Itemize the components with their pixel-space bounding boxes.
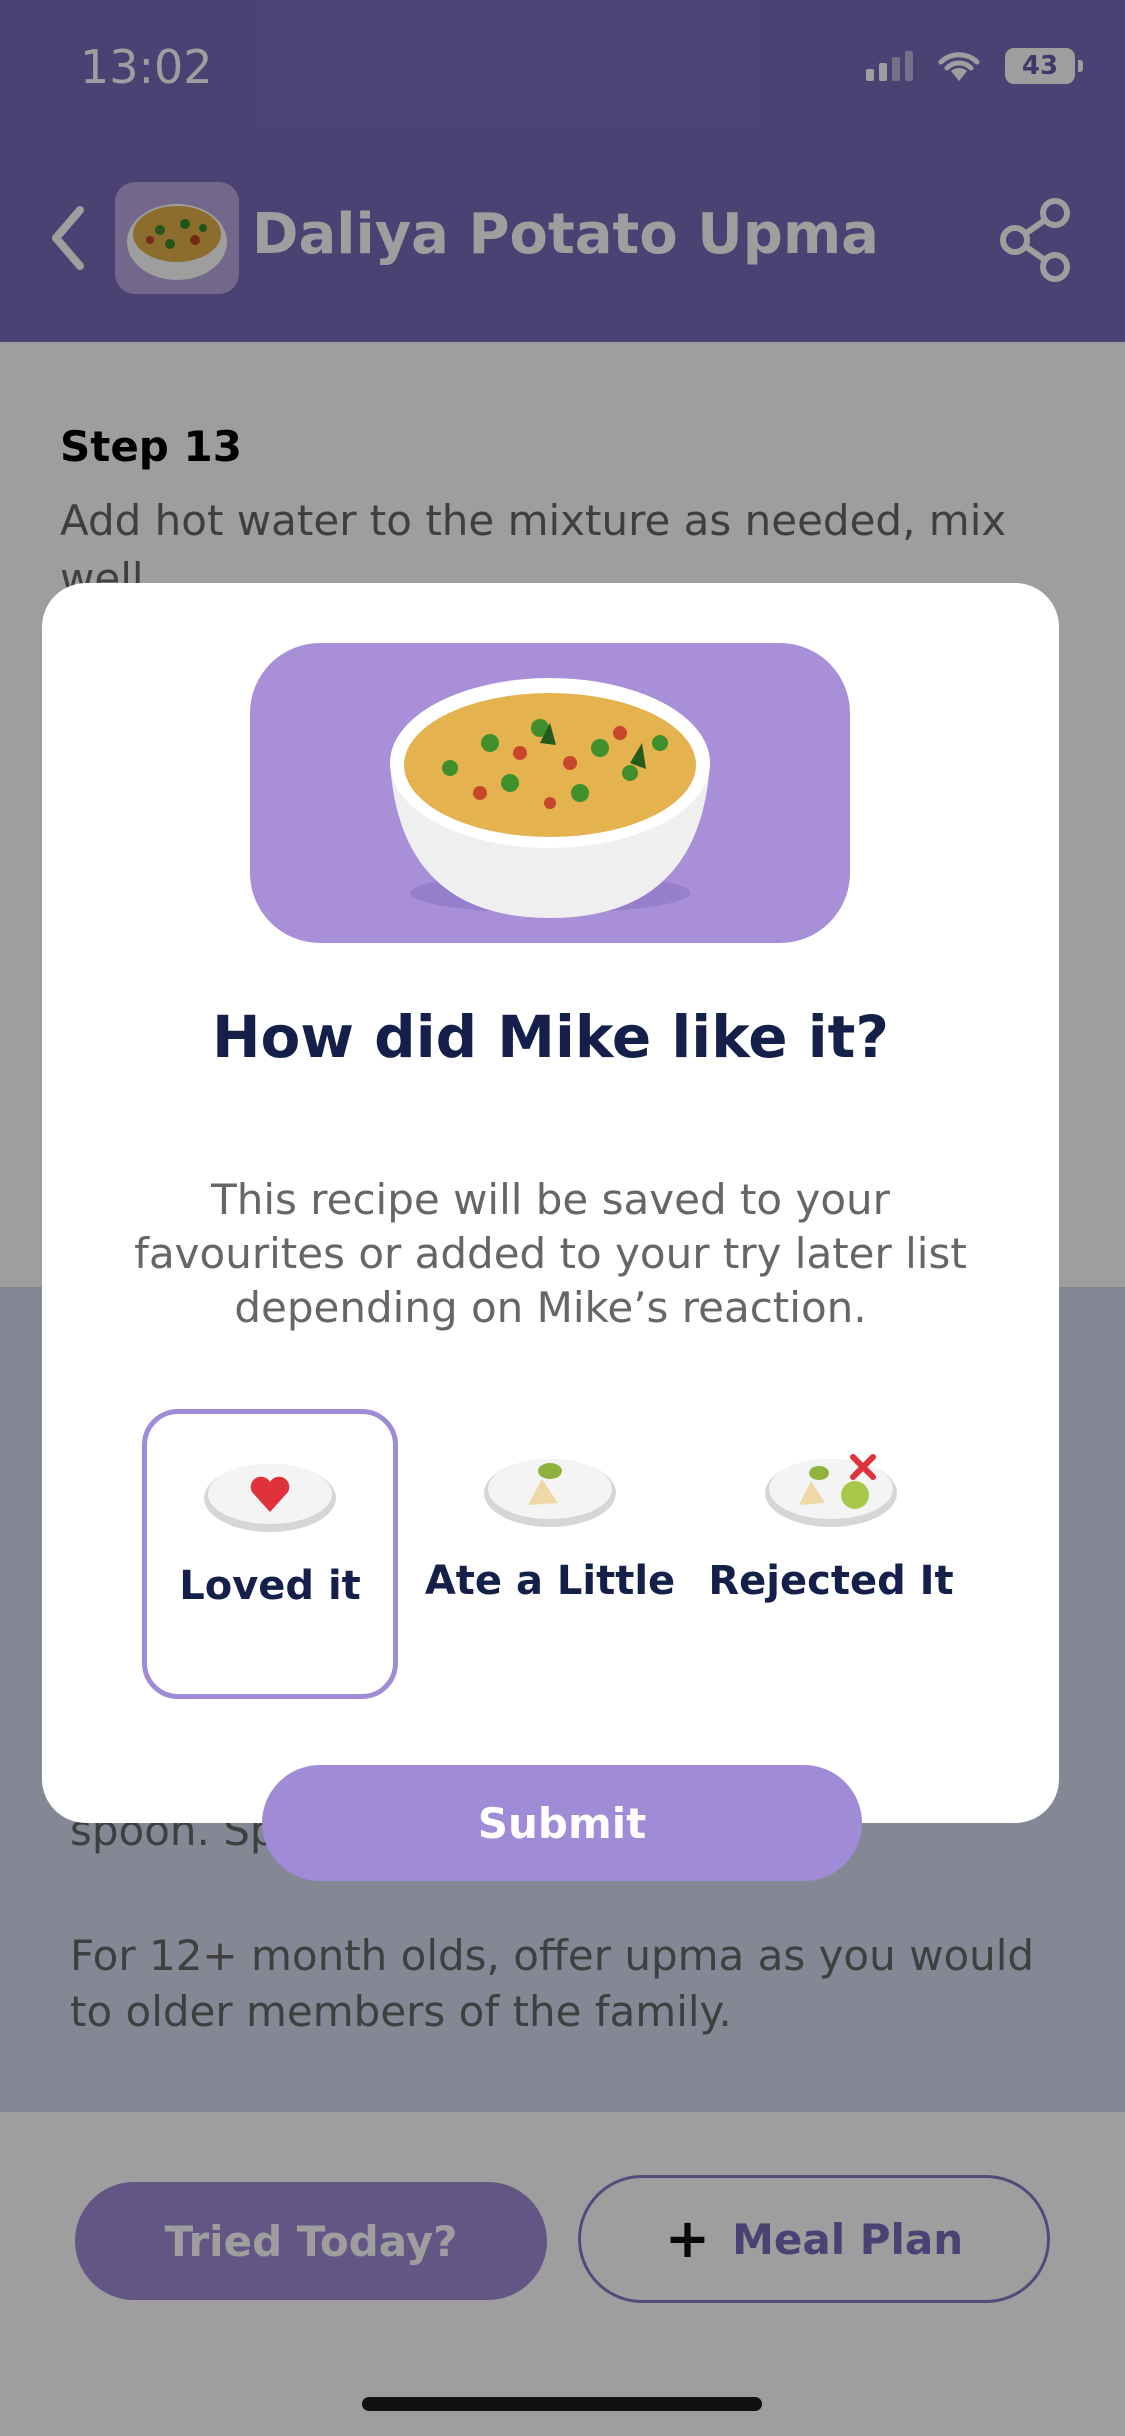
option-loved-it[interactable]: Loved it xyxy=(142,1409,398,1699)
option-ate-a-little[interactable]: Ate a Little xyxy=(422,1409,678,1699)
option-rejected-it[interactable]: Rejected It xyxy=(703,1409,959,1699)
option-label: Ate a Little xyxy=(424,1558,676,1604)
option-label: Rejected It xyxy=(708,1558,954,1604)
modal-description: This recipe will be saved to your favour… xyxy=(134,1175,967,1332)
rating-modal: How did Mike like it? This recipe will b… xyxy=(42,583,1059,1823)
recipe-image xyxy=(250,643,850,943)
submit-button[interactable]: Submit xyxy=(262,1765,862,1881)
modal-title: How did Mike like it? xyxy=(212,1003,889,1071)
food-plate-icon xyxy=(484,1459,616,1527)
option-label: Loved it xyxy=(179,1563,361,1609)
heart-plate-icon xyxy=(204,1464,336,1532)
reaction-options: Loved it Ate a Little Rejected It xyxy=(142,1409,959,1699)
home-indicator xyxy=(362,2397,762,2411)
rejected-plate-icon xyxy=(765,1454,897,1527)
